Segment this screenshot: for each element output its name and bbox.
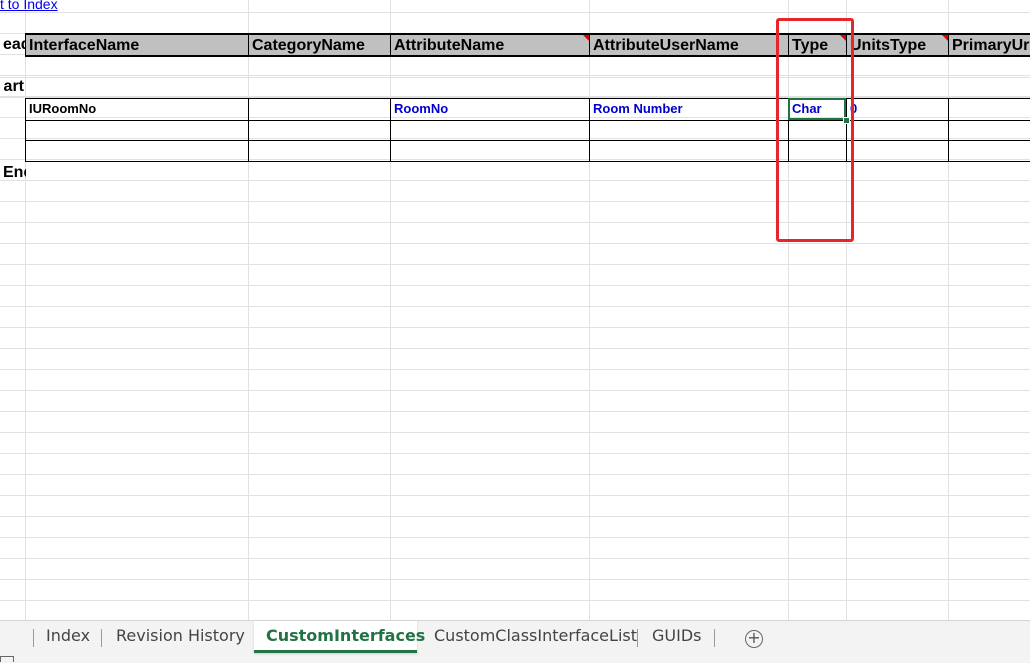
row-label-end: End bbox=[3, 164, 26, 181]
highlight-annotation-box bbox=[776, 18, 854, 242]
cell-category-name[interactable] bbox=[249, 99, 391, 120]
cell-attribute-user-name[interactable] bbox=[590, 119, 789, 140]
cell-primary-units[interactable] bbox=[949, 140, 1030, 161]
table-row[interactable]: IURoomNo RoomNo Room Number Char 0 bbox=[25, 98, 1030, 121]
row-label-head: ead bbox=[3, 36, 26, 53]
cell-attribute-name[interactable] bbox=[391, 140, 590, 161]
header-attribute-user-name[interactable]: AttributeUserName bbox=[589, 33, 789, 57]
grid-line bbox=[0, 77, 1030, 78]
tab-index[interactable]: Index bbox=[34, 621, 102, 653]
tab-separator bbox=[101, 629, 102, 647]
tab-separator bbox=[714, 629, 715, 647]
tab-custom-class-interface-list[interactable]: CustomClassInterfaceList bbox=[422, 621, 649, 653]
add-sheet-icon[interactable]: + bbox=[745, 630, 763, 648]
cell-attribute-user-name[interactable] bbox=[590, 140, 789, 161]
tab-separator bbox=[637, 629, 638, 647]
table-row[interactable] bbox=[25, 140, 1030, 162]
cell-attribute-user-name[interactable]: Room Number bbox=[590, 99, 789, 120]
header-units-type[interactable]: UnitsType bbox=[846, 33, 949, 57]
cell-category-name[interactable] bbox=[249, 119, 391, 140]
cell-attribute-name[interactable] bbox=[391, 119, 590, 140]
cell-units-type[interactable] bbox=[847, 140, 949, 161]
tab-guids[interactable]: GUIDs bbox=[640, 621, 713, 653]
table-row[interactable] bbox=[25, 119, 1030, 141]
header-category-name[interactable]: CategoryName bbox=[248, 33, 391, 57]
row-label-start: art bbox=[3, 78, 24, 95]
cell-units-type[interactable]: 0 bbox=[847, 99, 949, 120]
back-to-index-link[interactable]: t to Index bbox=[0, 0, 58, 12]
tab-custom-interfaces[interactable]: CustomInterfaces bbox=[254, 621, 425, 653]
cell-interface-name[interactable] bbox=[26, 140, 249, 161]
header-primary-units[interactable]: PrimaryUr bbox=[948, 33, 1030, 57]
cell-primary-units[interactable] bbox=[949, 99, 1030, 120]
cell-category-name[interactable] bbox=[249, 140, 391, 161]
status-bar-icon bbox=[0, 656, 14, 662]
cell-interface-name[interactable] bbox=[26, 119, 249, 140]
cell-units-type[interactable] bbox=[847, 119, 949, 140]
comment-indicator-icon[interactable] bbox=[942, 35, 948, 41]
comment-indicator-icon[interactable] bbox=[583, 35, 589, 41]
cell-attribute-name[interactable]: RoomNo bbox=[391, 99, 590, 120]
header-attribute-name[interactable]: AttributeName bbox=[390, 33, 590, 57]
cell-interface-name[interactable]: IURoomNo bbox=[26, 99, 249, 120]
tab-revision-history[interactable]: Revision History bbox=[104, 621, 257, 653]
cell-primary-units[interactable] bbox=[949, 119, 1030, 140]
grid-line bbox=[0, 12, 1030, 13]
sheet-tab-bar: Index Revision History CustomInterfaces … bbox=[0, 620, 1030, 663]
header-interface-name[interactable]: InterfaceName bbox=[25, 33, 249, 57]
spreadsheet-grid[interactable]: t to Index ead InterfaceName CategoryNam… bbox=[0, 0, 1030, 620]
